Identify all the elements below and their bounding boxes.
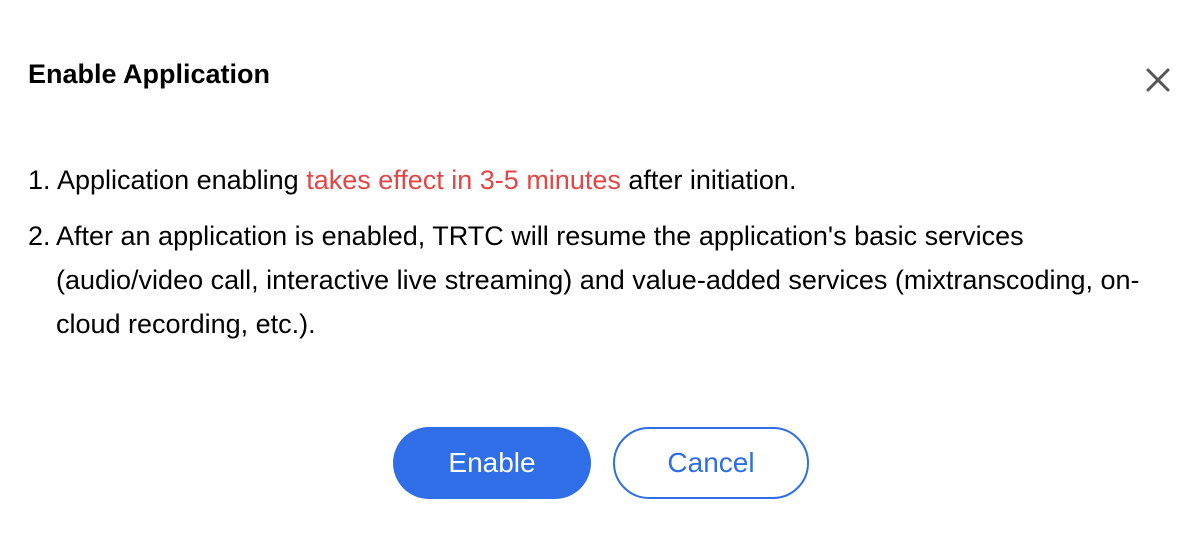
close-icon: [1146, 68, 1170, 92]
notice-text-after: after initiation.: [620, 165, 797, 195]
notice-item-number: 2.: [28, 221, 51, 251]
notice-item-text: After an application is enabled, TRTC wi…: [56, 221, 1140, 339]
cancel-button[interactable]: Cancel: [613, 427, 809, 499]
notice-item-2: 2. After an application is enabled, TRTC…: [28, 214, 1158, 346]
close-button[interactable]: [1140, 62, 1176, 98]
notice-item-1: 1. Application enabling takes effect in …: [28, 158, 1158, 202]
dialog-title: Enable Application: [28, 59, 271, 89]
notice-item-text: Application enabling takes effect in 3-5…: [57, 158, 1158, 202]
dialog-content: 1. Application enabling takes effect in …: [28, 158, 1158, 346]
enable-button[interactable]: Enable: [393, 427, 591, 499]
dialog-footer: Enable Cancel: [0, 427, 1202, 499]
enable-application-dialog: Enable Application 1. Application enabli…: [0, 0, 1202, 538]
notice-highlight: takes effect in 3-5 minutes: [306, 165, 621, 195]
notice-item-number: 1.: [28, 165, 51, 195]
notice-text-before: Application enabling: [57, 165, 307, 195]
